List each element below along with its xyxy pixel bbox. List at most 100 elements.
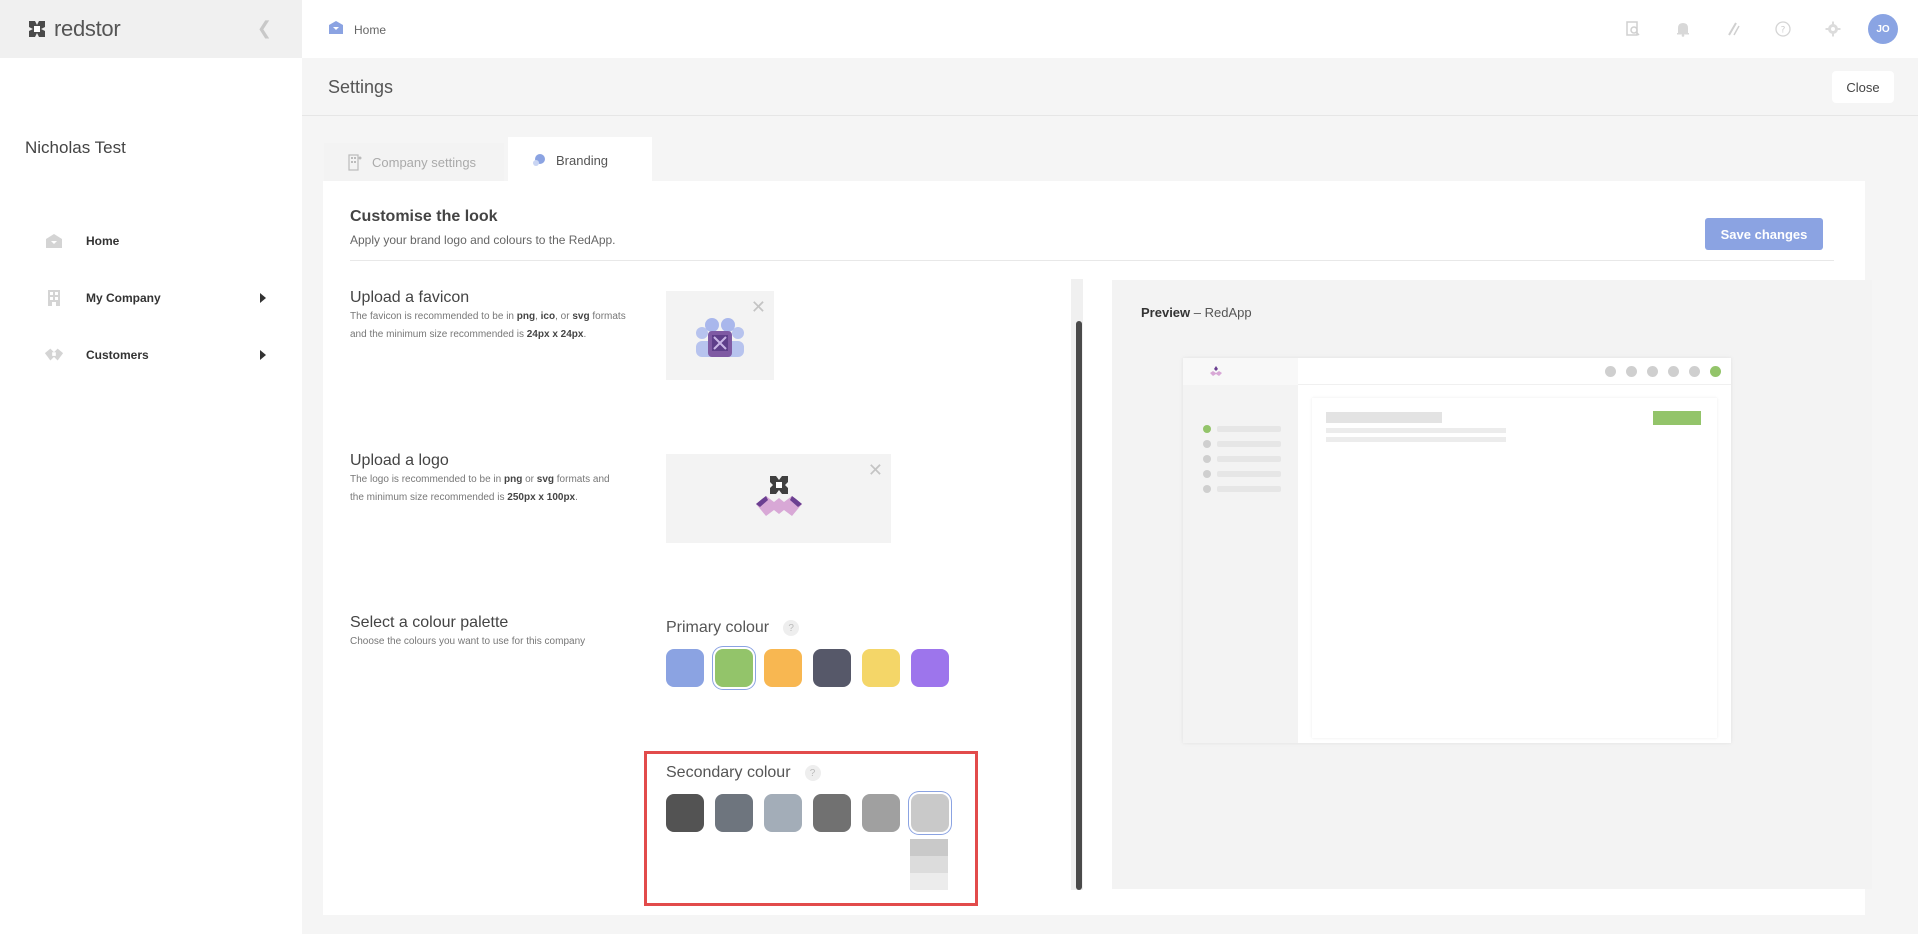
svg-text:?: ? bbox=[1781, 26, 1786, 36]
close-icon[interactable]: ✕ bbox=[751, 297, 766, 318]
favicon-upload[interactable]: ✕ bbox=[666, 291, 774, 380]
scrollbar-thumb[interactable] bbox=[1076, 321, 1082, 890]
topbar-icons: ? JO bbox=[1598, 14, 1898, 44]
page-title: Settings bbox=[328, 77, 394, 97]
preview-top-icons bbox=[1595, 366, 1721, 377]
chevron-left-icon[interactable]: ❮ bbox=[257, 18, 272, 39]
section-title: Customise the look bbox=[350, 208, 498, 225]
handshake-icon bbox=[44, 345, 64, 365]
preview-top-dot bbox=[1668, 366, 1679, 377]
primary-swatch[interactable] bbox=[715, 649, 753, 687]
breadcrumb-home[interactable]: Home bbox=[354, 23, 386, 37]
preview-top-avatar bbox=[1710, 366, 1721, 377]
breadcrumb[interactable]: Home bbox=[328, 20, 386, 40]
preview-nav-dot bbox=[1203, 455, 1211, 463]
avatar[interactable]: JO bbox=[1868, 14, 1898, 44]
search-icon[interactable] bbox=[1618, 14, 1648, 44]
preview-top-dot bbox=[1689, 366, 1700, 377]
caret-right-icon[interactable] bbox=[260, 293, 266, 303]
favicon-heading: Upload a favicon bbox=[350, 289, 470, 306]
brand-bar: redstor ❮ bbox=[0, 0, 302, 58]
preview-nav-line bbox=[1217, 426, 1281, 432]
tab-branding[interactable]: Branding bbox=[508, 137, 652, 183]
primary-swatch[interactable] bbox=[813, 649, 851, 687]
tab-label: Company settings bbox=[372, 154, 477, 170]
preview-button bbox=[1653, 411, 1701, 425]
highlight-box bbox=[644, 751, 978, 906]
slash-icon[interactable] bbox=[1718, 14, 1748, 44]
preview-nav-dot bbox=[1203, 470, 1211, 478]
help-icon[interactable]: ? bbox=[1768, 14, 1798, 44]
sidebar-item-customers[interactable]: Customers bbox=[0, 326, 302, 383]
home-icon bbox=[328, 20, 344, 40]
building-icon bbox=[44, 288, 64, 308]
preview-nav-dot bbox=[1203, 440, 1211, 448]
preview-nav-line bbox=[1217, 471, 1281, 477]
sidebar-item-label: Home bbox=[86, 233, 120, 248]
preview-content bbox=[1312, 398, 1717, 738]
preview-mockup bbox=[1183, 358, 1731, 743]
preview-nav-line bbox=[1217, 441, 1281, 447]
preview-topbar bbox=[1298, 358, 1731, 385]
preview-text-line bbox=[1326, 437, 1506, 442]
close-button[interactable]: Close bbox=[1832, 71, 1894, 103]
preview-top-dot bbox=[1605, 366, 1616, 377]
sidebar-item-my-company[interactable]: My Company bbox=[0, 269, 302, 326]
preview-sidebar bbox=[1183, 358, 1298, 743]
brand-name: redstor bbox=[54, 16, 121, 41]
divider bbox=[350, 260, 1834, 261]
preview-nav-item bbox=[1203, 470, 1281, 478]
bell-icon[interactable] bbox=[1668, 14, 1698, 44]
logo-description: The logo is recommended to be in png or … bbox=[350, 474, 610, 503]
question-icon[interactable]: ? bbox=[783, 620, 800, 636]
primary-swatch[interactable] bbox=[862, 649, 900, 687]
sidebar-item-label: My Company bbox=[86, 290, 161, 305]
branding-panel: Customise the look Apply your brand logo… bbox=[323, 181, 1872, 915]
preview-nav-dot bbox=[1203, 485, 1211, 493]
logo-heading: Upload a logo bbox=[350, 452, 449, 469]
logo-upload[interactable]: ✕ bbox=[666, 454, 891, 543]
favicon-image bbox=[692, 311, 748, 366]
preview-nav-item bbox=[1203, 440, 1281, 448]
palette-heading: Select a colour palette bbox=[350, 614, 509, 631]
preview-panel: Preview – RedApp bbox=[1112, 280, 1872, 889]
preview-nav-item bbox=[1203, 485, 1281, 493]
logo-image bbox=[754, 474, 804, 527]
settings-header: Settings Close bbox=[302, 58, 1918, 116]
tab-label: Branding bbox=[556, 152, 609, 168]
sidebar-item-home[interactable]: Home bbox=[0, 212, 302, 269]
favicon-description: The favicon is recommended to be in png,… bbox=[350, 311, 626, 340]
primary-swatches bbox=[666, 649, 960, 687]
preview-nav-line bbox=[1217, 486, 1281, 492]
redstor-logo-icon bbox=[26, 18, 48, 40]
preview-nav-item bbox=[1203, 425, 1281, 433]
close-icon[interactable]: ✕ bbox=[868, 460, 883, 481]
building-icon bbox=[346, 153, 364, 171]
primary-swatch[interactable] bbox=[666, 649, 704, 687]
gear-icon[interactable] bbox=[1818, 14, 1848, 44]
tab-company-settings[interactable]: Company settings bbox=[324, 143, 504, 181]
primary-colour-text: Primary colour bbox=[666, 619, 770, 636]
company-name: Nicholas Test bbox=[25, 138, 126, 157]
preview-heading-bar bbox=[1326, 412, 1442, 423]
caret-right-icon[interactable] bbox=[260, 350, 266, 360]
preview-nav-dot bbox=[1203, 425, 1211, 433]
primary-swatch[interactable] bbox=[911, 649, 949, 687]
save-changes-button[interactable]: Save changes bbox=[1705, 218, 1823, 250]
preview-text-line bbox=[1326, 428, 1506, 433]
preview-title: Preview – RedApp bbox=[1141, 305, 1252, 320]
preview-nav-line bbox=[1217, 456, 1281, 462]
palette-icon bbox=[530, 151, 548, 169]
sidebar-nav: Home My Company Customers bbox=[0, 212, 302, 383]
palette-description: Choose the colours you want to use for t… bbox=[350, 636, 586, 647]
topbar: Home ? JO bbox=[302, 0, 1918, 58]
preview-nav-item bbox=[1203, 455, 1281, 463]
primary-swatch[interactable] bbox=[764, 649, 802, 687]
primary-colour-label: Primary colour ? bbox=[666, 619, 800, 637]
section-subtitle: Apply your brand logo and colours to the… bbox=[350, 233, 616, 247]
sidebar-item-label: Customers bbox=[86, 347, 149, 362]
preview-top-dot bbox=[1647, 366, 1658, 377]
home-icon bbox=[44, 231, 64, 251]
preview-logo-area bbox=[1183, 358, 1298, 385]
preview-top-dot bbox=[1626, 366, 1637, 377]
